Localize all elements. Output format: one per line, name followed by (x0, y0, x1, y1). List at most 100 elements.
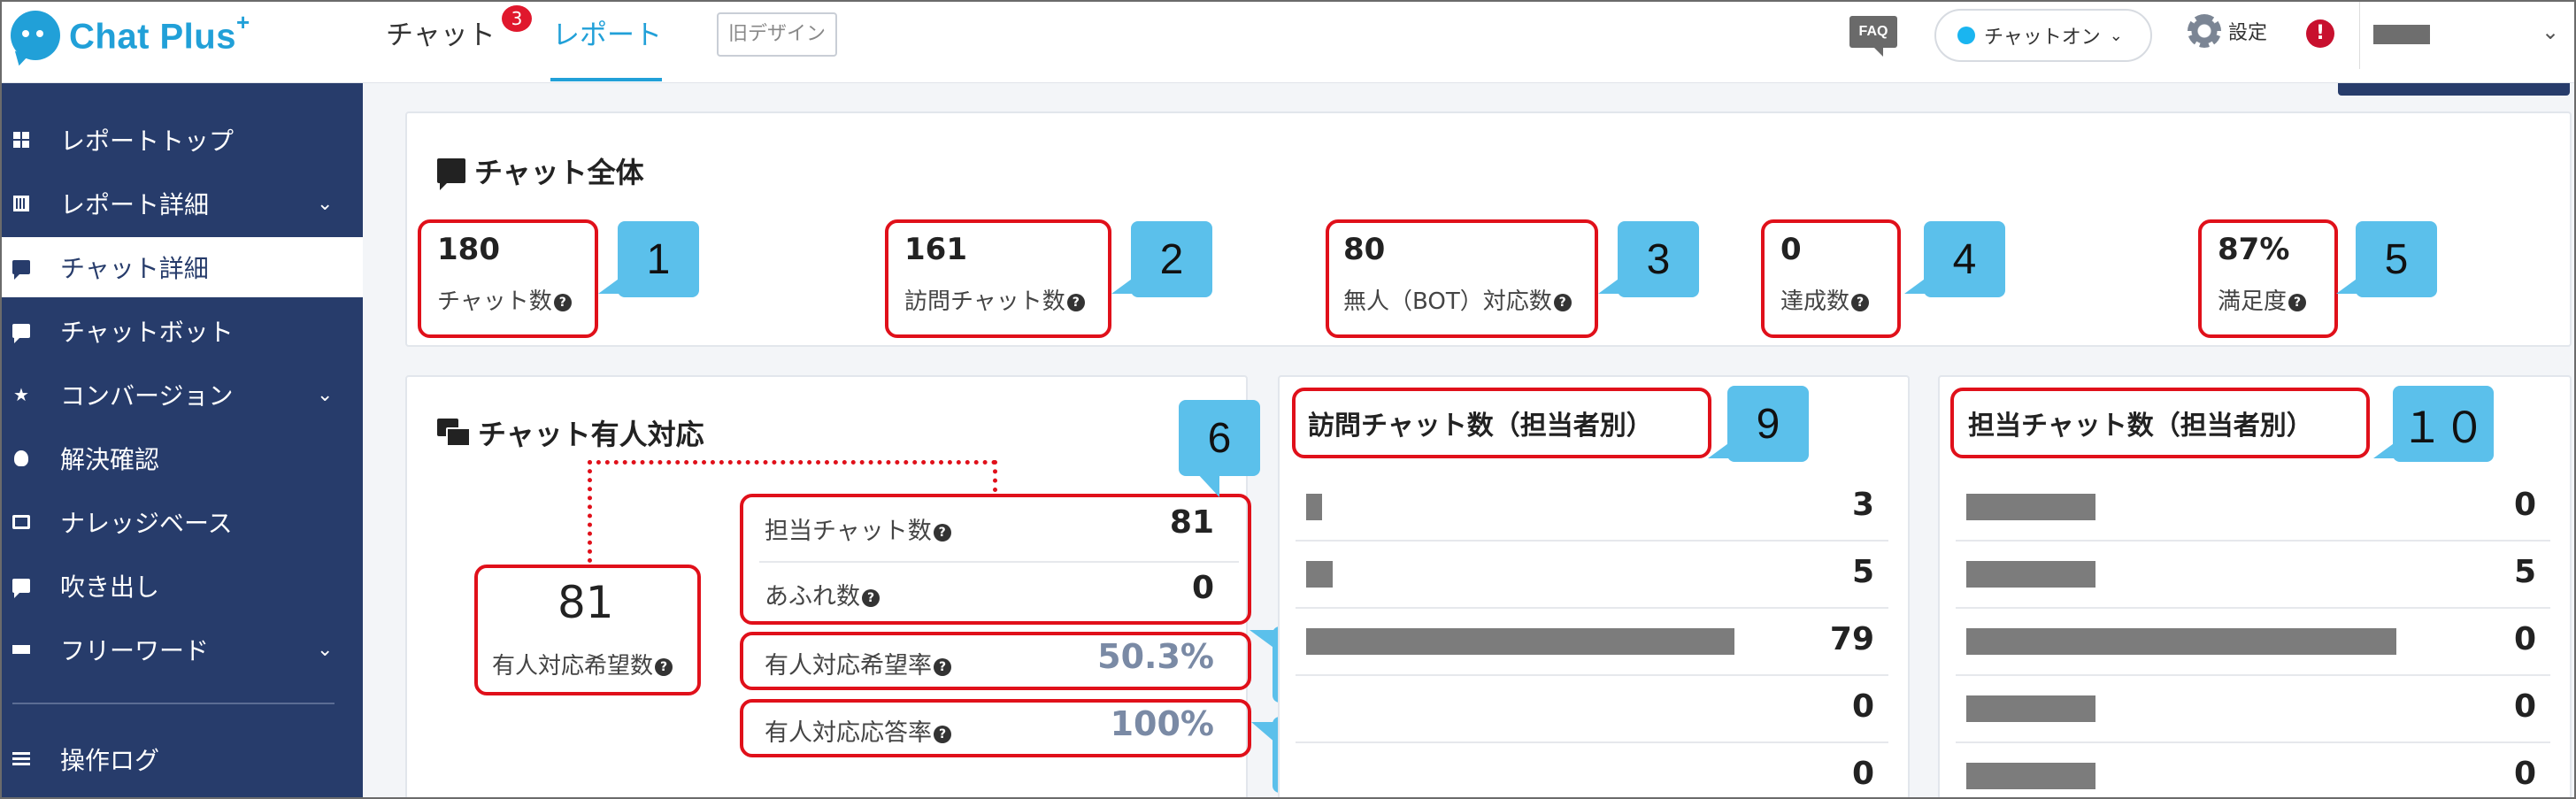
gear-icon (2188, 14, 2221, 48)
chat-bubbles-icon (12, 258, 30, 280)
row-divider (1956, 674, 2550, 676)
connector-line (588, 460, 996, 465)
dashboard-icon (12, 131, 30, 149)
book-icon (12, 513, 30, 531)
logo-bubble-icon (11, 11, 60, 60)
sidebar: レポートトップ レポート詳細 ⌄ チャット詳細 チャットボット ★ コンバージョ… (2, 83, 363, 797)
connector-line (993, 460, 997, 492)
row-divider (1296, 674, 1888, 676)
logo-text: Chat Plus (69, 17, 236, 57)
sidebar-item-report-detail[interactable]: レポート詳細 ⌄ (2, 173, 363, 234)
callout-6: 6 (1179, 400, 1260, 497)
sidebar-item-label: チャット詳細 (60, 254, 209, 283)
highlight-box-1 (418, 219, 598, 338)
tab-chat-label: チャット (386, 19, 496, 51)
sidebar-item-label: フリーワード (60, 636, 210, 665)
assigned-row-value: 5 (2513, 554, 2536, 590)
chat-status-label: チャットオン (1984, 27, 2101, 49)
visit-row-value: 79 (1829, 621, 1874, 657)
highlight-box-6 (740, 494, 1251, 625)
assigned-row-value: 0 (2513, 756, 2536, 792)
highlight-box-5 (2198, 219, 2338, 338)
assigned-row-bar (1966, 494, 2095, 520)
sidebar-item-label: レポート詳細 (60, 190, 210, 219)
assigned-row-value: 0 (2513, 621, 2536, 657)
callout-4: 4 (1904, 221, 2005, 297)
lightbulb-icon (12, 449, 30, 467)
visit-row-bar (1306, 494, 1323, 520)
sidebar-item-label: ナレッジベース (60, 509, 233, 538)
visit-row-bar (1306, 628, 1734, 655)
app-window: Chat Plus+ チャット 3 レポート 旧デザイン FAQ チャットオン … (0, 0, 2576, 799)
row-divider (1956, 607, 2550, 609)
row-divider (1956, 741, 2550, 743)
bot-bubble-icon (12, 322, 30, 343)
sidebar-item-report-top[interactable]: レポートトップ (2, 110, 363, 170)
assigned-row-bar (1966, 628, 2396, 655)
logo[interactable]: Chat Plus+ (11, 8, 250, 60)
row-divider (1296, 540, 1888, 542)
callout-3: 3 (1598, 221, 1699, 297)
highlight-box-7 (740, 632, 1251, 690)
tab-chat[interactable]: チャット (386, 12, 496, 52)
chat-status-select[interactable]: チャットオン ⌄ (1934, 9, 2152, 62)
highlight-box-8 (740, 699, 1251, 757)
tab-report[interactable]: レポート (552, 12, 662, 52)
sidebar-item-label: レポートトップ (60, 127, 235, 156)
settings-label: 設定 (2228, 22, 2268, 44)
assigned-row-bar (1966, 763, 2095, 789)
user-name-redacted[interactable] (2373, 25, 2430, 44)
highlight-box-4 (1761, 219, 1901, 338)
sidebar-item-resolution[interactable]: 解決確認 (2, 428, 363, 488)
chat-bubble-icon (437, 158, 465, 190)
chevron-down-icon: ⌄ (317, 383, 334, 406)
sidebar-item-knowledge-base[interactable]: ナレッジベース (2, 492, 363, 552)
old-design-button[interactable]: 旧デザイン (717, 12, 837, 57)
sidebar-item-conversion[interactable]: ★ コンバージョン ⌄ (2, 365, 363, 425)
highlight-box-10 (1950, 388, 2370, 458)
callout-9: 9 (1708, 386, 1809, 462)
sidebar-item-chat-detail[interactable]: チャット詳細 (2, 237, 363, 297)
callout-10: １０ (2373, 386, 2494, 462)
manned-title-text: チャット有人対応 (478, 418, 704, 451)
assigned-row-value: 0 (2513, 688, 2536, 725)
visit-row-bar (1306, 561, 1334, 588)
row-divider (1956, 540, 2550, 542)
visit-row-value: 5 (1851, 554, 1874, 590)
highlight-box-3 (1326, 219, 1598, 338)
sidebar-item-speech-bubble[interactable]: 吹き出し (2, 556, 363, 616)
user-menu-chevron-icon[interactable]: ⌄ (2541, 19, 2559, 44)
alert-icon[interactable]: ! (2306, 19, 2334, 48)
connector-line (588, 460, 592, 563)
chat-bubbles-icon (437, 419, 471, 447)
sidebar-item-free-word[interactable]: フリーワード ⌄ (2, 619, 363, 680)
sidebar-item-label: コンバージョン (60, 381, 234, 411)
logo-sup: + (235, 8, 250, 35)
callout-5: 5 (2336, 221, 2437, 297)
list-icon (12, 750, 30, 768)
status-dot-icon (1957, 27, 1975, 44)
sidebar-item-operation-log[interactable]: 操作ログ (2, 729, 363, 789)
callout-2: 2 (1111, 221, 1212, 297)
top-header: Chat Plus+ チャット 3 レポート 旧デザイン FAQ チャットオン … (2, 2, 2574, 83)
star-icon: ★ (13, 384, 29, 405)
visit-row-value: 0 (1851, 756, 1874, 792)
sidebar-item-label: 操作ログ (60, 746, 160, 775)
tab-report-label: レポート (552, 19, 662, 51)
visit-row-value: 0 (1851, 688, 1874, 725)
speech-bubble-icon (12, 577, 30, 598)
assigned-row-bar (1966, 561, 2095, 588)
sidebar-item-chatbot[interactable]: チャットボット (2, 301, 363, 361)
main-topbar-strip (2338, 83, 2570, 96)
highlight-box-manned (474, 565, 701, 695)
assigned-row-value: 0 (2513, 487, 2536, 523)
sidebar-item-label: チャットボット (60, 318, 234, 347)
row-divider (1296, 741, 1888, 743)
chart-icon (12, 195, 30, 212)
faq-icon[interactable]: FAQ (1849, 16, 1897, 57)
visit-row-value: 3 (1851, 487, 1874, 523)
sidebar-item-label: 解決確認 (60, 445, 160, 474)
settings-button[interactable]: 設定 (2188, 14, 2267, 48)
highlight-box-9 (1292, 388, 1711, 458)
chat-unread-badge: 3 (502, 5, 532, 32)
